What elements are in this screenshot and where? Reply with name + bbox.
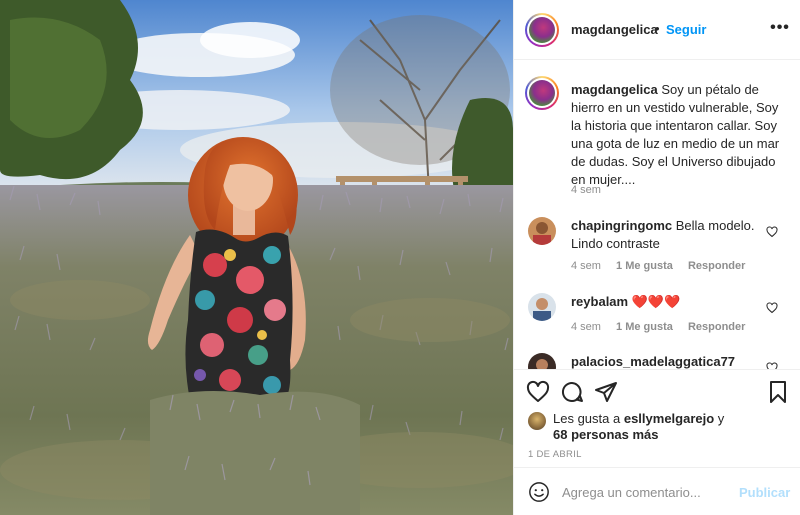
- comment-heart-icon[interactable]: [766, 362, 778, 369]
- caption-timestamp[interactable]: 4 sem: [571, 184, 601, 196]
- comment-text: palacios_madelaggatica77: [571, 353, 761, 369]
- post-photo[interactable]: [0, 0, 513, 515]
- liker-username[interactable]: esllymelgarejo: [624, 411, 714, 426]
- post-actions: Les gusta a esllymelgarejo y 68 personas…: [514, 369, 800, 467]
- likes-others[interactable]: 68 personas más: [553, 427, 659, 442]
- post-header: magdangelica • Seguir •••: [514, 0, 800, 60]
- comment-likes[interactable]: 1 Me gusta: [616, 260, 673, 272]
- comment-text: chapingringomc Bella modelo. Lindo contr…: [571, 217, 761, 253]
- publish-button[interactable]: Publicar: [739, 485, 790, 500]
- paper-plane-icon[interactable]: [594, 380, 618, 404]
- commenter-username[interactable]: chapingringomc: [571, 218, 672, 233]
- post-date[interactable]: 1 DE ABRIL: [528, 449, 582, 460]
- comment-timestamp[interactable]: 4 sem: [571, 260, 601, 272]
- commenter-avatar[interactable]: [528, 217, 556, 245]
- reply-button[interactable]: Responder: [688, 321, 745, 333]
- more-options-icon[interactable]: •••: [770, 18, 790, 38]
- comment-likes[interactable]: 1 Me gusta: [616, 321, 673, 333]
- follow-button[interactable]: Seguir: [666, 22, 706, 37]
- commenter-username[interactable]: reybalam: [571, 294, 628, 309]
- caption-username[interactable]: magdangelica: [571, 82, 658, 97]
- author-username[interactable]: magdangelica: [571, 22, 658, 37]
- comment-text: reybalam ❤️❤️❤️: [571, 293, 761, 311]
- post-photo-illustration: [0, 0, 513, 515]
- bookmark-icon[interactable]: [766, 380, 790, 404]
- author-avatar[interactable]: [525, 13, 559, 47]
- separator-dot: •: [655, 21, 660, 36]
- comment-heart-icon[interactable]: [766, 226, 778, 238]
- comment-meta: 4 sem 1 Me gusta Responder: [571, 260, 757, 272]
- comment-heart-icon[interactable]: [766, 302, 778, 314]
- comment-meta: 4 sem 1 Me gusta Responder: [571, 321, 757, 333]
- comment-icon[interactable]: [560, 380, 584, 404]
- liker-avatar[interactable]: [528, 412, 546, 430]
- likes-line: Les gusta a esllymelgarejo y: [553, 411, 725, 426]
- caption-avatar[interactable]: [525, 76, 559, 110]
- post-detail-panel: magdangelica • Seguir ••• magdangelica S…: [513, 0, 800, 515]
- comment-input[interactable]: [562, 481, 732, 503]
- comment-timestamp[interactable]: 4 sem: [571, 321, 601, 333]
- add-comment-bar: Publicar: [514, 467, 800, 515]
- smiley-icon[interactable]: [528, 481, 550, 503]
- commenter-avatar[interactable]: [528, 293, 556, 321]
- commenter-username[interactable]: palacios_madelaggatica77: [571, 354, 735, 369]
- comment-body: ❤️❤️❤️: [631, 294, 681, 309]
- caption-text: magdangelica Soy un pétalo de hierro en …: [571, 81, 787, 189]
- reply-button[interactable]: Responder: [688, 260, 745, 272]
- commenter-avatar[interactable]: [528, 353, 556, 369]
- comments-list[interactable]: magdangelica Soy un pétalo de hierro en …: [514, 61, 800, 369]
- heart-icon[interactable]: [526, 380, 550, 404]
- caption-body: Soy un pétalo de hierro en un vestido vu…: [571, 82, 780, 187]
